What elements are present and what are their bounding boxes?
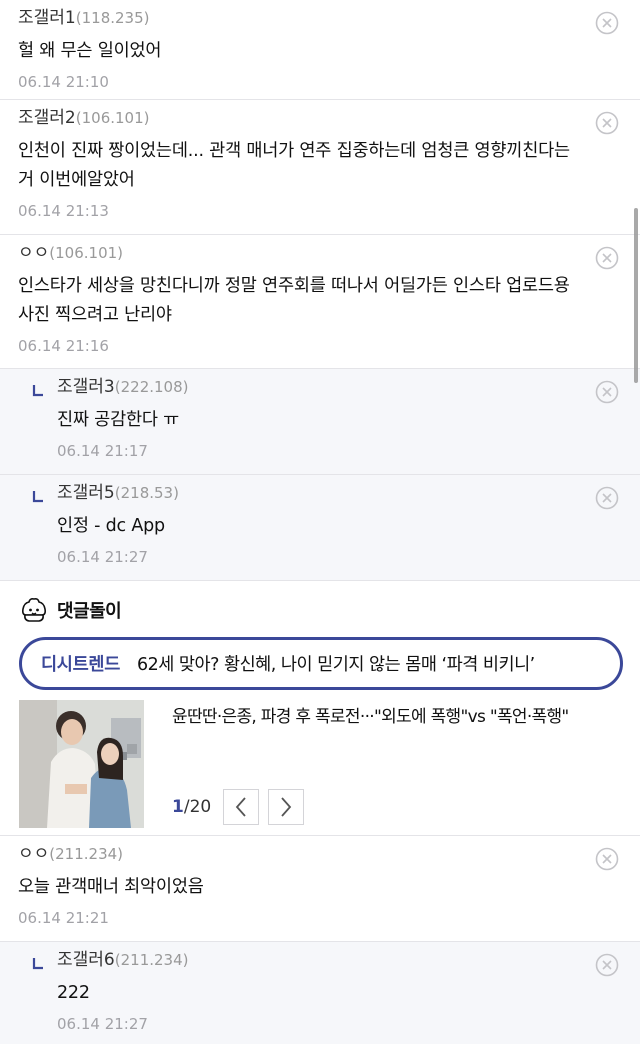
comment-list-bottom: ㅇㅇ(211.234) 오늘 관객매너 최악이었음 06.14 21:21 조갤러6(… [0, 836, 640, 1044]
comment-item: 조갤러1(118.235) 헐 왜 무슨 일이었어 06.14 21:10 [0, 0, 640, 100]
comment-date: 06.14 21:13 [18, 202, 109, 220]
comment-author[interactable]: 조갤러5 [57, 483, 115, 503]
comment-item: ㅇㅇ(106.101) 인스타가 세상을 망친다니까 정말 연주회를 떠나서 어딜… [0, 235, 640, 369]
comment-author[interactable]: 조갤러3 [57, 377, 115, 397]
reply-arrow-icon [32, 491, 43, 503]
comment-author[interactable]: ㅇㅇ [18, 243, 49, 263]
page-current: 1 [172, 797, 184, 817]
news-headline[interactable]: 윤딴딴·은종, 파경 후 폭로전···"외도에 폭행"vs "폭언·폭행" [172, 704, 630, 730]
page-indicator: 1/20 [172, 797, 211, 817]
comment-author-line: 조갤러1(118.235) [18, 6, 584, 30]
close-circle-icon[interactable] [595, 246, 619, 270]
comment-author-line: ㅇㅇ(106.101) [18, 241, 584, 265]
comment-date: 06.14 21:16 [18, 337, 109, 355]
news-photo [19, 700, 144, 828]
comment-text: 인천이 진짜 짱이었는데... 관객 매너가 연주 집중하는데 엄청큰 영향끼친… [18, 141, 570, 190]
chevron-left-icon [235, 797, 246, 817]
news-pager: 1/20 [172, 789, 313, 825]
comment-ip: (211.234) [49, 845, 124, 863]
comment-author[interactable]: 조갤러2 [18, 108, 76, 128]
comment-author[interactable]: 조갤러6 [57, 950, 115, 970]
comment-author-line: ㅇㅇ(211.234) [18, 842, 584, 866]
bot-header: 댓글돌이 [0, 595, 640, 625]
reply-comment: 조갤러6(211.234) 222 06.14 21:27 [0, 942, 640, 1044]
comment-author-line: 조갤러6(211.234) [57, 948, 584, 972]
comment-text: 진짜 공감한다 ㅠ [57, 410, 180, 430]
trend-headline: 62세 맞아? 황신혜, 나이 믿기지 않는 몸매 ‘파격 비키니’ [137, 655, 535, 675]
comment-date: 06.14 21:10 [18, 73, 109, 91]
close-circle-icon[interactable] [595, 380, 619, 404]
comment-text: 인정 - dc App [57, 516, 165, 536]
comment-date: 06.14 21:21 [18, 909, 109, 927]
close-circle-icon[interactable] [595, 847, 619, 871]
comment-item: ㅇㅇ(211.234) 오늘 관객매너 최악이었음 06.14 21:21 [0, 836, 640, 942]
comment-ip: (218.53) [114, 484, 179, 502]
close-circle-icon[interactable] [595, 11, 619, 35]
news-thumbnail[interactable] [19, 700, 144, 828]
page-total: /20 [183, 797, 212, 817]
comment-text: 오늘 관객매너 최악이었음 [18, 877, 204, 897]
reply-comment: 조갤러5(218.53) 인정 - dc App 06.14 21:27 [0, 475, 640, 581]
comment-ip: (106.101) [75, 109, 150, 127]
comment-date: 06.14 21:17 [57, 442, 148, 460]
comment-date: 06.14 21:27 [57, 1015, 148, 1033]
comment-ip: (106.101) [49, 244, 124, 262]
close-circle-icon[interactable] [595, 486, 619, 510]
comment-ip: (222.108) [114, 378, 189, 396]
close-circle-icon[interactable] [595, 953, 619, 977]
comment-date: 06.14 21:27 [57, 548, 148, 566]
bot-title: 댓글돌이 [57, 601, 122, 622]
trend-tag: 디시트렌드 [41, 655, 120, 675]
comment-list-top: 조갤러1(118.235) 헐 왜 무슨 일이었어 06.14 21:10 조갤러2(… [0, 0, 640, 581]
comment-item: 조갤러2(106.101) 인천이 진짜 짱이었는데... 관객 매너가 연주 집… [0, 100, 640, 235]
comment-author-line: 조갤러5(218.53) [57, 481, 584, 505]
comment-text: 222 [57, 983, 90, 1003]
comment-author-line: 조갤러2(106.101) [18, 106, 584, 130]
comment-bot-section: 댓글돌이 디시트렌드 62세 맞아? 황신혜, 나이 믿기지 않는 몸매 ‘파격… [0, 581, 640, 836]
comment-ip: (211.234) [114, 951, 189, 969]
trend-banner[interactable]: 디시트렌드 62세 맞아? 황신혜, 나이 믿기지 않는 몸매 ‘파격 비키니’ [19, 637, 623, 690]
comment-author[interactable]: 조갤러1 [18, 8, 76, 28]
close-circle-icon[interactable] [595, 111, 619, 135]
comment-text: 인스타가 세상을 망친다니까 정말 연주회를 떠나서 어딜가든 인스타 업로드용… [18, 276, 570, 325]
reply-comment: 조갤러3(222.108) 진짜 공감한다 ㅠ 06.14 21:17 [0, 369, 640, 475]
comment-text: 헐 왜 무슨 일이었어 [18, 41, 162, 61]
comment-author-line: 조갤러3(222.108) [57, 375, 584, 399]
reply-arrow-icon [32, 385, 43, 397]
comment-ip: (118.235) [75, 9, 150, 27]
scrollbar[interactable] [634, 208, 638, 383]
bot-mascot-icon [22, 598, 46, 622]
comment-author[interactable]: ㅇㅇ [18, 844, 49, 864]
next-button[interactable] [268, 789, 305, 825]
prev-button[interactable] [223, 789, 260, 825]
reply-arrow-icon [32, 958, 43, 970]
chevron-right-icon [281, 797, 292, 817]
